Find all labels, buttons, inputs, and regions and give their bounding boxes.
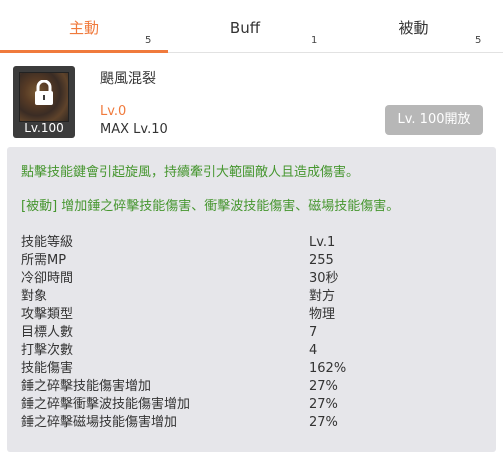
stat-label: 錘之碎擊技能傷害增加 <box>21 379 152 394</box>
tab-active[interactable]: 主動 5 <box>0 0 168 53</box>
stat-value: 7 <box>309 325 318 340</box>
stat-row: 冷卻時間 30秒 <box>21 270 481 287</box>
stat-value: 255 <box>309 253 334 268</box>
stat-label: 打擊次數 <box>21 343 74 358</box>
tab-buff-count: 1 <box>311 35 318 46</box>
stat-row: 錘之碎擊衝擊波技能傷害增加 27% <box>21 396 481 413</box>
active-tab-indicator <box>0 50 168 53</box>
stat-value: 162% <box>309 361 347 376</box>
skill-icon[interactable]: Lv.100 <box>13 66 75 138</box>
stat-label: 所需MP <box>21 253 67 268</box>
tab-passive[interactable]: 被動 5 <box>336 0 503 52</box>
stat-label: 冷卻時間 <box>21 271 74 286</box>
tab-active-count: 5 <box>145 35 152 46</box>
stat-row: 所需MP 255 <box>21 252 481 269</box>
current-level: Lv.0 <box>100 104 127 119</box>
stat-row: 技能等級 Lv.1 <box>21 234 481 251</box>
stat-row: 攻擊類型 物理 <box>21 306 481 323</box>
stat-row: 對象 對方 <box>21 288 481 305</box>
stat-row: 錘之碎擊磁場技能傷害增加 27% <box>21 414 481 431</box>
stat-value: Lv.1 <box>309 235 336 250</box>
tab-passive-count: 5 <box>475 35 482 46</box>
stat-value: 27% <box>309 415 338 430</box>
skill-details-panel: 點擊技能鍵會引起旋風，持續牽引大範圍敵人且造成傷害。 [被動] 增加錘之碎擊技能… <box>7 147 496 452</box>
skill-type-tabs: 主動 5 Buff 1 被動 5 <box>0 0 503 53</box>
stat-label: 對象 <box>21 289 48 304</box>
stat-label: 目標人數 <box>21 325 74 340</box>
passive-description: [被動] 增加錘之碎擊技能傷害、衝擊波技能傷害、磁場技能傷害。 <box>21 199 400 214</box>
skill-name: 颶風混裂 <box>100 71 156 87</box>
stat-value: 27% <box>309 379 338 394</box>
unlock-level-button[interactable]: Lv. 100開放 <box>385 105 483 135</box>
stat-value: 對方 <box>309 289 336 304</box>
stat-label: 技能傷害 <box>21 361 74 376</box>
stat-label: 錘之碎擊磁場技能傷害增加 <box>21 415 178 430</box>
stat-row: 打擊次數 4 <box>21 342 481 359</box>
stat-value: 4 <box>309 343 318 358</box>
stat-row: 錘之碎擊技能傷害增加 27% <box>21 378 481 395</box>
lock-icon <box>35 80 53 105</box>
tab-buff-label: Buff <box>229 19 261 37</box>
stat-value: 30秒 <box>309 271 339 286</box>
skill-card: Lv.100 颶風混裂 Lv.0 MAX Lv.10 Lv. 100開放 <box>11 62 492 144</box>
tab-buff[interactable]: Buff 1 <box>168 0 336 52</box>
stat-value: 27% <box>309 397 338 412</box>
tab-active-label: 主動 <box>68 19 99 37</box>
stat-label: 錘之碎擊衝擊波技能傷害增加 <box>21 397 191 412</box>
skill-description: 點擊技能鍵會引起旋風，持續牽引大範圍敵人且造成傷害。 <box>21 165 360 180</box>
skill-required-level: Lv.100 <box>24 121 64 135</box>
stat-value: 物理 <box>309 307 336 322</box>
stat-label: 攻擊類型 <box>21 307 74 322</box>
stat-label: 技能等級 <box>21 235 74 250</box>
stat-row: 目標人數 7 <box>21 324 481 341</box>
stat-row: 技能傷害 162% <box>21 360 481 377</box>
max-level: MAX Lv.10 <box>100 122 168 137</box>
